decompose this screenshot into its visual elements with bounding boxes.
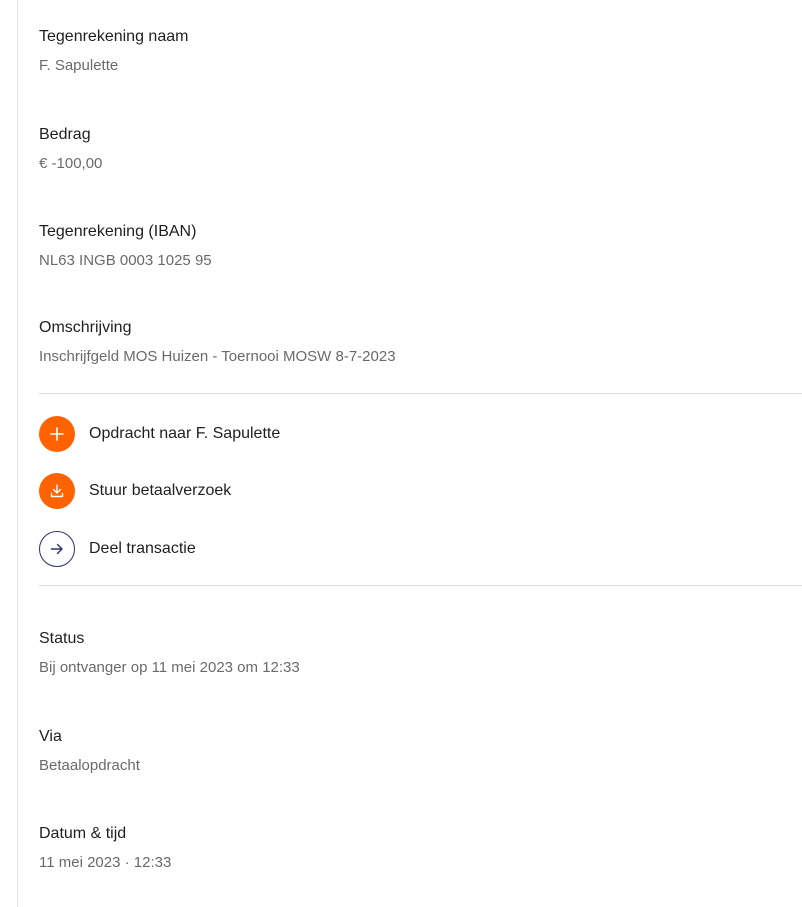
iban-value: NL63 INGB 0003 1025 95 xyxy=(39,252,212,269)
download-icon xyxy=(39,473,75,509)
datetime-field: Datum & tijd 11 mei 2023 · 12:33 xyxy=(39,824,171,873)
description-field: Omschrijving Inschrijfgeld MOS Huizen - … xyxy=(39,318,396,367)
amount-value: € -100,00 xyxy=(39,155,103,172)
iban-label: Tegenrekening (IBAN) xyxy=(39,223,197,240)
via-label: Via xyxy=(39,728,62,745)
divider xyxy=(39,393,802,394)
via-value: Betaalopdracht xyxy=(39,757,140,774)
status-field: Status Bij ontvanger op 11 mei 2023 om 1… xyxy=(39,629,300,678)
datetime-label: Datum & tijd xyxy=(39,825,127,842)
via-field: Via Betaalopdracht xyxy=(39,727,140,776)
arrow-right-icon xyxy=(39,531,75,567)
payment-request-label: Stuur betaalverzoek xyxy=(89,482,232,499)
new-payment-label: Opdracht naar F. Sapulette xyxy=(89,425,281,442)
description-value: Inschrijfgeld MOS Huizen - Toernooi MOSW… xyxy=(39,348,396,365)
plus-icon xyxy=(39,416,75,452)
amount-label: Bedrag xyxy=(39,126,91,143)
counterparty-name-value: F. Sapulette xyxy=(39,57,119,74)
status-value: Bij ontvanger op 11 mei 2023 om 12:33 xyxy=(39,659,300,676)
iban-field: Tegenrekening (IBAN) NL63 INGB 0003 1025… xyxy=(39,222,212,271)
status-label: Status xyxy=(39,630,85,647)
payment-request-action[interactable]: Stuur betaalverzoek xyxy=(39,473,231,509)
counterparty-name-field: Tegenrekening naam F. Sapulette xyxy=(39,27,188,76)
share-transaction-label: Deel transactie xyxy=(89,540,196,557)
new-payment-action[interactable]: Opdracht naar F. Sapulette xyxy=(39,416,280,452)
counterparty-name-label: Tegenrekening naam xyxy=(39,28,189,45)
share-transaction-action[interactable]: Deel transactie xyxy=(39,531,196,567)
datetime-value: 11 mei 2023 · 12:33 xyxy=(39,854,172,871)
amount-field: Bedrag € -100,00 xyxy=(39,125,102,174)
left-border xyxy=(17,0,18,907)
divider xyxy=(39,585,802,586)
description-label: Omschrijving xyxy=(39,319,132,336)
